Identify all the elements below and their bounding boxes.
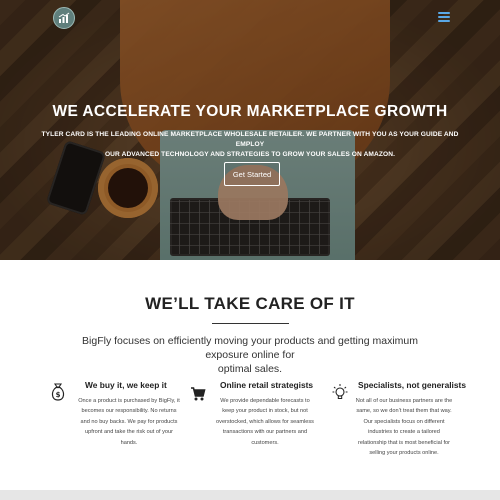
hero-banner: WE ACCELERATE YOUR MARKETPLACE GROWTH TY…: [0, 0, 500, 260]
hamburger-menu-icon[interactable]: [438, 12, 450, 22]
intro-line: BigFly focuses on efficiently moving you…: [82, 335, 418, 361]
feature-line: upfront and take the risk out of your: [85, 429, 173, 436]
section-title: WE’LL TAKE CARE OF IT: [145, 294, 355, 313]
feature-line: transactions with our partners and: [222, 429, 308, 436]
feature-line: overstocked, which allows for seamless: [216, 418, 314, 425]
feature-description: Not all of our business partners are the…: [339, 396, 469, 458]
feature-line: becomes our responsibility. No returns: [81, 408, 177, 415]
feature-line: keep your product in stock, but not: [222, 408, 308, 415]
svg-text:$: $: [56, 391, 61, 399]
feature-title: Specialists, not generalists: [358, 380, 466, 390]
feature-description: We provide dependable forecasts to keep …: [203, 396, 327, 448]
feature-line: hands.: [120, 439, 138, 446]
feature-line: Our specialists focus on different: [363, 418, 445, 425]
title-divider: [212, 323, 289, 324]
hero-subtitle-line: TYLER CARD IS THE LEADING ONLINE MARKETP…: [41, 131, 459, 148]
get-started-button[interactable]: Get Started: [224, 162, 280, 186]
feature-line: and no buy backs. We pay for products: [80, 418, 178, 425]
feature-line: same, so we don’t treat them that way.: [356, 408, 452, 415]
feature-description: Once a product is purchased by BigFly, i…: [68, 396, 190, 448]
menu-bar: [438, 16, 450, 18]
feature-title: We buy it, we keep it: [85, 380, 167, 390]
hero-subtitle: TYLER CARD IS THE LEADING ONLINE MARKETP…: [40, 130, 460, 160]
chart-logo-icon[interactable]: [53, 7, 75, 29]
feature-line: We provide dependable forecasts to: [220, 398, 310, 404]
hero-subtitle-line: OUR ADVANCED TECHNOLOGY AND STRATEGIES T…: [104, 151, 396, 158]
money-bag-icon: $: [51, 383, 65, 401]
section-intro: BigFly focuses on efficiently moving you…: [60, 334, 440, 376]
menu-bar: [438, 12, 450, 14]
chart-logo-glyph: [58, 12, 70, 23]
feature-line: Not all of our business partners are the: [355, 398, 453, 404]
feature-line: selling your products online.: [369, 450, 439, 457]
feature-line: industries to create a tailored: [368, 429, 440, 436]
intro-line: optimal sales.: [217, 363, 283, 375]
hero-title: WE ACCELERATE YOUR MARKETPLACE GROWTH: [52, 103, 448, 120]
footer-strip: [0, 490, 500, 500]
menu-bar: [438, 20, 450, 22]
feature-line: customers.: [251, 439, 279, 446]
feature-title: Online retail strategists: [220, 380, 314, 390]
feature-line: Once a product is purchased by BigFly, i…: [78, 398, 180, 404]
feature-line: relationship that is most beneficial for: [357, 439, 451, 446]
